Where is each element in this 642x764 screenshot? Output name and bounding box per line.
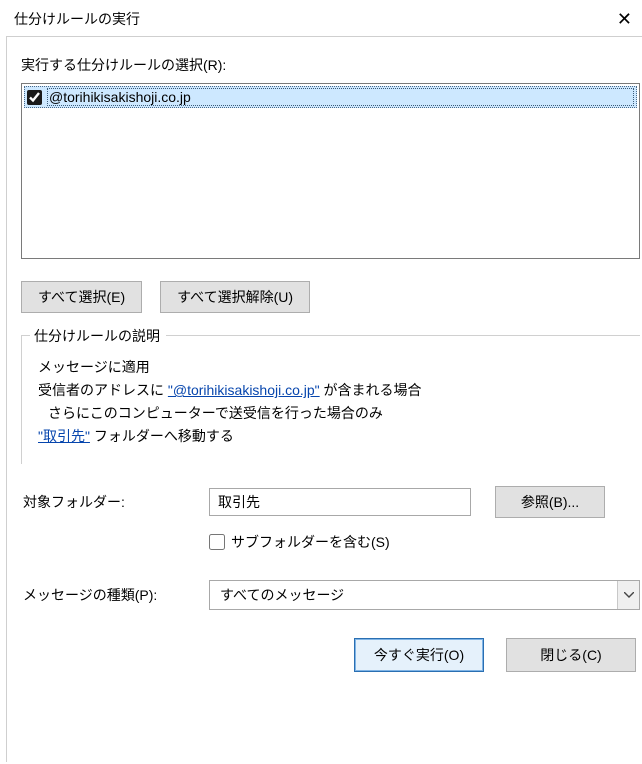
desc-line4-post: フォルダーへ移動する bbox=[90, 428, 234, 444]
rule-description-text: メッセージに適用 受信者のアドレスに "@torihikisakishoji.c… bbox=[22, 356, 640, 454]
rule-description-title: 仕分けルールの説明 bbox=[30, 326, 166, 346]
rule-item[interactable]: @torihikisakishoji.co.jp bbox=[24, 86, 637, 108]
select-buttons-row: すべて選択(E) すべて選択解除(U) bbox=[21, 281, 640, 313]
rule-select-label: 実行する仕分けルールの選択(R): bbox=[21, 55, 640, 75]
message-type-label: メッセージの種類(P): bbox=[21, 585, 209, 605]
close-icon[interactable]: ✕ bbox=[602, 10, 632, 28]
message-type-row: メッセージの種類(P): すべてのメッセージ bbox=[21, 580, 640, 610]
desc-folder-link[interactable]: "取引先" bbox=[38, 428, 90, 444]
desc-address-link[interactable]: "@torihikisakishoji.co.jp" bbox=[168, 382, 320, 398]
rule-name[interactable]: @torihikisakishoji.co.jp bbox=[47, 88, 634, 106]
footer-buttons: 今すぐ実行(O) 閉じる(C) bbox=[21, 638, 640, 672]
desc-line1: メッセージに適用 bbox=[38, 359, 150, 375]
select-all-button[interactable]: すべて選択(E) bbox=[21, 281, 142, 313]
rule-description-group: 仕分けルールの説明 メッセージに適用 受信者のアドレスに "@torihikis… bbox=[21, 335, 640, 464]
subfolder-checkbox[interactable] bbox=[209, 534, 225, 550]
message-type-select[interactable]: すべてのメッセージ bbox=[209, 580, 640, 610]
browse-button[interactable]: 参照(B)... bbox=[495, 486, 605, 518]
dialog-content: 実行する仕分けルールの選択(R): @torihikisakishoji.co.… bbox=[6, 36, 642, 762]
target-folder-label: 対象フォルダー: bbox=[21, 492, 209, 512]
desc-line2-pre: 受信者のアドレスに bbox=[38, 382, 168, 398]
run-now-button[interactable]: 今すぐ実行(O) bbox=[354, 638, 484, 672]
rule-checkbox[interactable] bbox=[27, 90, 42, 105]
deselect-all-button[interactable]: すべて選択解除(U) bbox=[160, 281, 310, 313]
desc-line2-post: が含まれる場合 bbox=[320, 382, 422, 398]
chevron-down-icon[interactable] bbox=[617, 581, 639, 609]
subfolder-row: サブフォルダーを含む(S) bbox=[209, 532, 640, 552]
rules-listbox[interactable]: @torihikisakishoji.co.jp bbox=[21, 83, 640, 259]
close-button[interactable]: 閉じる(C) bbox=[506, 638, 636, 672]
message-type-value: すべてのメッセージ bbox=[210, 581, 617, 609]
subfolder-label[interactable]: サブフォルダーを含む(S) bbox=[231, 532, 390, 552]
desc-line3: さらにこのコンピューターで送受信を行った場合のみ bbox=[38, 402, 630, 425]
dialog-title: 仕分けルールの実行 bbox=[14, 9, 140, 29]
target-folder-input[interactable] bbox=[209, 488, 471, 516]
target-folder-row: 対象フォルダー: 参照(B)... bbox=[21, 486, 640, 518]
titlebar: 仕分けルールの実行 ✕ bbox=[0, 0, 642, 34]
